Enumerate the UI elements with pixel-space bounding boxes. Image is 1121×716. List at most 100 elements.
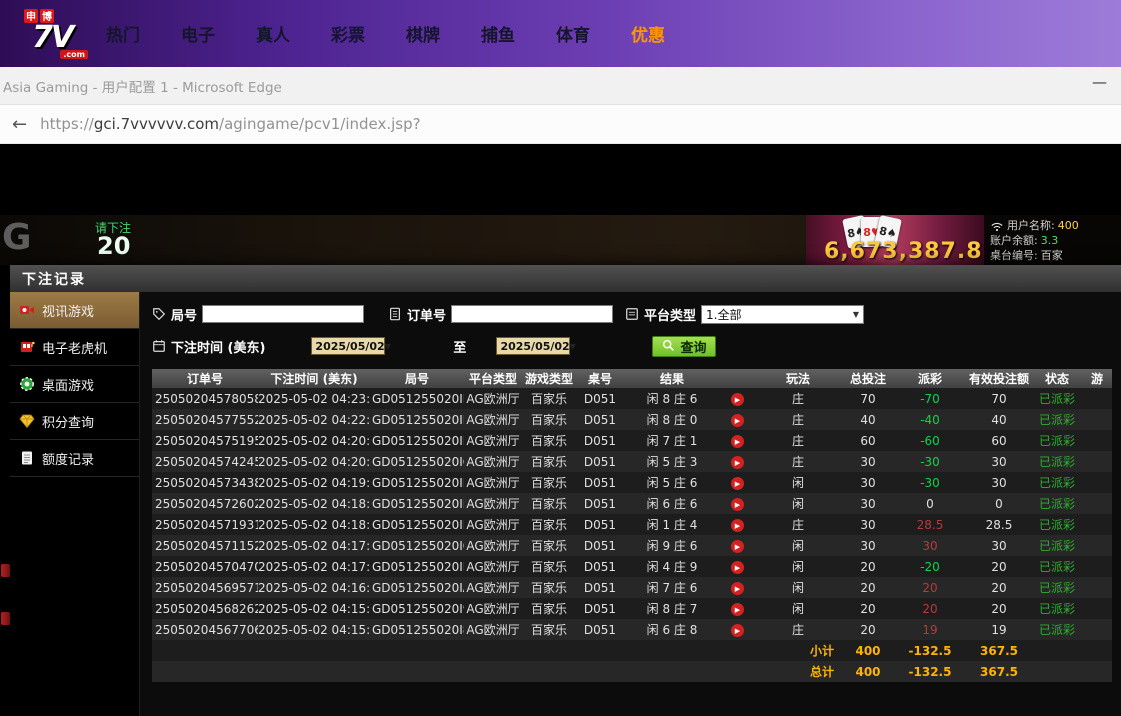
nav-item[interactable]: 真人 xyxy=(256,21,290,46)
background-letter: G xyxy=(2,217,32,258)
cell-result: 闲 7 庄 1 xyxy=(624,432,720,449)
cell-game: 百家乐 xyxy=(522,390,576,407)
cell-time: 2025-05-02 04:17:44 xyxy=(258,539,370,553)
minimize-button[interactable]: — xyxy=(1092,73,1107,91)
table-header-row: 订单号下注时间 (美东)局号平台类型游戏类型桌号结果玩法总投注派彩有效投注额状态… xyxy=(152,369,1112,388)
search-button[interactable]: 查询 xyxy=(652,336,716,357)
sidebar-item[interactable]: 电子老虎机 xyxy=(10,329,139,366)
table-row: 250502045780586 2025-05-02 04:23:03 GD05… xyxy=(152,388,1112,409)
table-row: 250502045711526 2025-05-02 04:17:44 GD05… xyxy=(152,535,1112,556)
cell-order: 250502045677067 xyxy=(152,623,258,637)
play-video-icon[interactable] xyxy=(731,393,744,406)
cell-play xyxy=(720,475,754,491)
play-video-icon[interactable] xyxy=(731,603,744,616)
column-header: 结果 xyxy=(624,370,720,387)
column-header: 下注时间 (美东) xyxy=(258,370,370,387)
cell-payout: -40 xyxy=(894,413,966,427)
to-label: 至 xyxy=(453,337,466,356)
cell-table: D051 xyxy=(576,539,624,553)
play-video-icon[interactable] xyxy=(731,414,744,427)
betting-records-modal: 下注记录 视讯游戏电子老虎机桌面游戏积分查询额度记录 局号 xyxy=(10,265,1121,716)
nav-item[interactable]: 体育 xyxy=(556,21,590,46)
nav-item[interactable]: 电子 xyxy=(181,21,215,46)
cell-table: D051 xyxy=(576,560,624,574)
date-from-select[interactable]: 2025/05/02 xyxy=(311,337,385,355)
play-video-icon[interactable] xyxy=(731,435,744,448)
back-icon[interactable] xyxy=(12,114,27,135)
cell-platform: AG欧洲厅 xyxy=(464,411,522,428)
cell-round: GD051255020IK xyxy=(370,413,464,427)
cell-game: 百家乐 xyxy=(522,411,576,428)
user-info-value: 百家 xyxy=(1041,248,1063,263)
cell-round: GD051255020IA xyxy=(370,581,464,595)
nav-item[interactable]: 棋牌 xyxy=(406,21,440,46)
table-row: 250502045742458 2025-05-02 04:20:02 GD05… xyxy=(152,451,1112,472)
play-video-icon[interactable] xyxy=(731,561,744,574)
cell-game: 百家乐 xyxy=(522,432,576,449)
play-video-icon[interactable] xyxy=(731,540,744,553)
cell-valid: 0 xyxy=(966,497,1032,511)
nav-item[interactable]: 优惠 xyxy=(631,21,665,46)
date-to-select[interactable]: 2025/05/02 xyxy=(496,337,570,355)
cell-result: 闲 9 庄 6 xyxy=(624,537,720,554)
sidebar-item-label: 额度记录 xyxy=(42,449,94,468)
sidebar-item[interactable]: 桌面游戏 xyxy=(10,366,139,403)
play-video-icon[interactable] xyxy=(731,624,744,637)
user-info-line: 用户名称:400 xyxy=(990,218,1115,233)
play-video-icon[interactable] xyxy=(731,519,744,532)
nav-item[interactable]: 彩票 xyxy=(331,21,365,46)
cell-order: 250502045719315 xyxy=(152,518,258,532)
cell-payout: 20 xyxy=(894,602,966,616)
cell-table: D051 xyxy=(576,434,624,448)
cell-payout: -20 xyxy=(894,560,966,574)
cell-platform: AG欧洲厅 xyxy=(464,432,522,449)
modal-body: 视讯游戏电子老虎机桌面游戏积分查询额度记录 局号 xyxy=(10,292,1121,716)
site-logo[interactable]: 申 博 7V .com xyxy=(16,9,88,59)
cell-play xyxy=(720,601,754,617)
magnifier-icon xyxy=(662,339,676,353)
cell-order: 250502045734384 xyxy=(152,476,258,490)
table-row: 250502045677067 2025-05-02 04:15:04 GD05… xyxy=(152,619,1112,640)
nav-item[interactable]: 捕鱼 xyxy=(481,21,515,46)
url-scheme: https:// xyxy=(40,115,94,133)
cell-play xyxy=(720,559,754,575)
floating-icon[interactable] xyxy=(1,612,10,625)
play-video-icon[interactable] xyxy=(731,456,744,469)
sidebar-item[interactable]: 额度记录 xyxy=(10,440,139,477)
cell-order: 250502045704700 xyxy=(152,560,258,574)
cell-round: GD051255020IF xyxy=(370,476,464,490)
sidebar-item[interactable]: 积分查询 xyxy=(10,403,139,440)
cell-order: 250502045695718 xyxy=(152,581,258,595)
cell-status: 已派彩 xyxy=(1032,453,1082,470)
sidebar-item[interactable]: 视讯游戏 xyxy=(10,292,139,329)
table-row: 250502045682626 2025-05-02 04:15:29 GD05… xyxy=(152,598,1112,619)
play-video-icon[interactable] xyxy=(731,582,744,595)
bet-records-table: 订单号下注时间 (美东)局号平台类型游戏类型桌号结果玩法总投注派彩有效投注额状态… xyxy=(152,369,1112,682)
nav-item[interactable]: 热门 xyxy=(106,21,140,46)
column-header: 总投注 xyxy=(842,370,894,387)
order-filter: 订单号 xyxy=(388,305,613,324)
cell-bet: 30 xyxy=(842,455,894,469)
cell-side: 闲 xyxy=(754,537,842,554)
cell-platform: AG欧洲厅 xyxy=(464,516,522,533)
round-label: 局号 xyxy=(171,305,197,324)
cell-table: D051 xyxy=(576,602,624,616)
cell-status: 已派彩 xyxy=(1032,474,1082,491)
cell-valid: 20 xyxy=(966,560,1032,574)
play-video-icon[interactable] xyxy=(731,477,744,490)
date-to-value: 2025/05/02 xyxy=(500,340,569,353)
wifi-icon xyxy=(990,220,1004,232)
floating-icon[interactable] xyxy=(1,564,10,577)
play-video-icon[interactable] xyxy=(731,498,744,511)
platform-select[interactable]: 1.全部 xyxy=(701,305,864,324)
round-input[interactable] xyxy=(202,305,364,323)
order-label: 订单号 xyxy=(407,305,446,324)
game-strip: G 请下注 20 8♠8♥8♠ 6,673,387.8 用户名称:400账户余额… xyxy=(0,215,1121,265)
cell-game: 百家乐 xyxy=(522,537,576,554)
cell-valid: 19 xyxy=(966,623,1032,637)
column-header: 游 xyxy=(1082,370,1112,387)
page-url[interactable]: https://gci.7vvvvvv.com/agingame/pcv1/in… xyxy=(40,115,421,133)
address-bar[interactable]: https://gci.7vvvvvv.com/agingame/pcv1/in… xyxy=(0,105,1121,144)
cell-result: 闲 8 庄 7 xyxy=(624,600,720,617)
order-input[interactable] xyxy=(451,305,613,323)
